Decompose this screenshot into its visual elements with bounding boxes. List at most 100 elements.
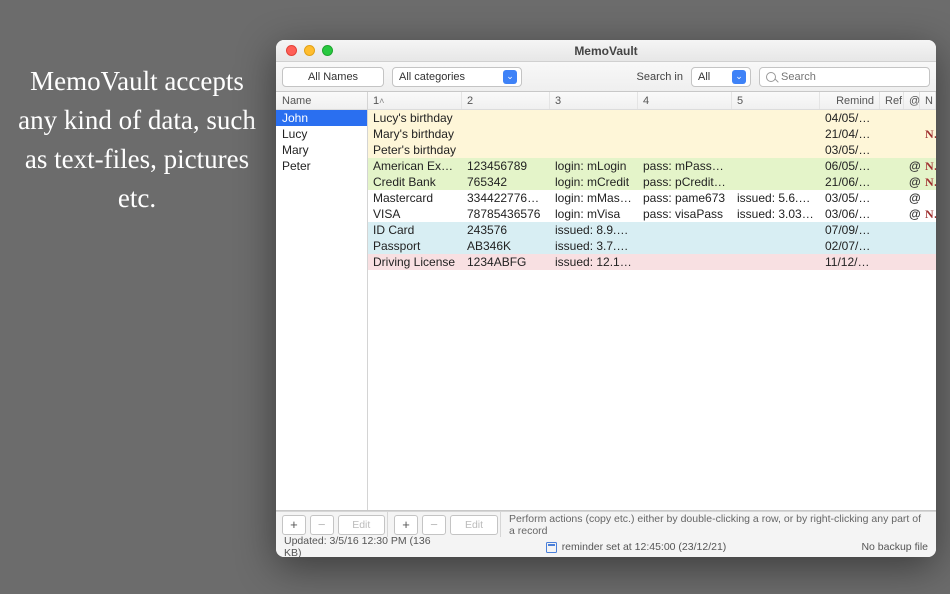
- promo-text: MemoVault accepts any kind of data, such…: [12, 62, 262, 219]
- sidebar-add-button[interactable]: +: [282, 515, 306, 535]
- cell-4: pass: pame673: [638, 191, 732, 205]
- cell-4: pass: mPassw...: [638, 159, 732, 173]
- table-row[interactable]: VISA78785436576login: mVisapass: visaPas…: [368, 206, 936, 222]
- cell-3: issued: 8.9.2010: [550, 223, 638, 237]
- col-remind-header[interactable]: Remind: [820, 92, 880, 109]
- status-updated: Updated: 3/5/16 12:30 PM: [284, 535, 407, 547]
- search-scope-value: All: [698, 71, 710, 83]
- col-at-header[interactable]: @: [904, 92, 920, 109]
- cell-1: Peter's birthday: [368, 143, 462, 157]
- window-title: MemoVault: [276, 44, 936, 58]
- dropdown-icon: ⌄: [503, 70, 517, 84]
- table-row[interactable]: Credit Bank765342login: mCreditpass: pCr…: [368, 174, 936, 190]
- sidebar-item-john[interactable]: John: [276, 110, 367, 126]
- search-in-label: Search in: [637, 71, 683, 83]
- cell-remind: 11/12/2016: [820, 255, 880, 269]
- toolbar: All Names All categories ⌄ Search in All…: [276, 62, 936, 92]
- cell-1: Lucy's birthday: [368, 111, 462, 125]
- search-scope-combo[interactable]: All ⌄: [691, 67, 751, 87]
- status-backup: No backup file: [828, 541, 928, 553]
- cell-remind: 04/05/1989: [820, 111, 880, 125]
- dropdown-icon: ⌄: [732, 70, 746, 84]
- cell-1: ID Card: [368, 223, 462, 237]
- status-reminder: reminder set at 12:45:00 (23/12/21): [562, 541, 727, 553]
- main-panel: 1 2 3 4 5 Remind Ref @ N Lucy's birthday…: [368, 92, 936, 510]
- main-add-button[interactable]: +: [394, 515, 418, 535]
- sidebar-item-peter[interactable]: Peter: [276, 158, 367, 174]
- col-2-header[interactable]: 2: [462, 92, 550, 109]
- table-row[interactable]: Mary's birthday 21/04/1991 N: [368, 126, 936, 142]
- col-5-header[interactable]: 5: [732, 92, 820, 109]
- cell-at: @: [904, 191, 920, 205]
- cell-remind: 21/04/1991: [820, 127, 880, 141]
- all-names-button[interactable]: All Names: [282, 67, 384, 87]
- bottombar: + − Edit + − Edit Perform actions (copy …: [276, 511, 936, 537]
- cell-5: issued: 3.03.14: [732, 207, 820, 221]
- cell-2: 78785436576: [462, 207, 550, 221]
- col-ref-header[interactable]: Ref: [880, 92, 904, 109]
- cell-2: 765342: [462, 175, 550, 189]
- search-input[interactable]: [781, 71, 923, 83]
- cell-1: Driving License: [368, 255, 462, 269]
- table-row[interactable]: American Expr...123456789login: mLoginpa…: [368, 158, 936, 174]
- cell-5: issued: 5.6.2012: [732, 191, 820, 205]
- cell-remind: 21/06/2017: [820, 175, 880, 189]
- app-window: MemoVault All Names All categories ⌄ Sea…: [276, 40, 936, 557]
- category-combo-value: All categories: [399, 71, 465, 83]
- calendar-icon: [546, 542, 557, 553]
- rows-container: Lucy's birthday04/05/1989Mary's birthday…: [368, 110, 936, 510]
- table-row[interactable]: Peter's birthday 03/05/1991: [368, 142, 936, 158]
- sidebar-item-mary[interactable]: Mary: [276, 142, 367, 158]
- search-icon: [766, 72, 776, 82]
- search-field[interactable]: [759, 67, 930, 87]
- cell-remind: 03/05/1991: [820, 143, 880, 157]
- cell-2: 123456789: [462, 159, 550, 173]
- statusbar: Updated: 3/5/16 12:30 PM (136 KB) remind…: [276, 537, 936, 557]
- cell-remind: 03/05/2016: [820, 191, 880, 205]
- cell-3: issued: 12.12....: [550, 255, 638, 269]
- sidebar-header[interactable]: Name: [276, 92, 367, 110]
- cell-2: 243576: [462, 223, 550, 237]
- table-row[interactable]: Mastercard33442277689...login: mMasterpa…: [368, 190, 936, 206]
- cell-remind: 03/06/2015: [820, 207, 880, 221]
- cell-n: N: [920, 207, 936, 222]
- table-row[interactable]: Lucy's birthday 04/05/1989: [368, 110, 936, 126]
- cell-2: 1234ABFG: [462, 255, 550, 269]
- cell-1: Credit Bank: [368, 175, 462, 189]
- sidebar-item-lucy[interactable]: Lucy: [276, 126, 367, 142]
- cell-1: Mary's birthday: [368, 127, 462, 141]
- main-remove-button[interactable]: −: [422, 515, 446, 535]
- cell-1: Passport: [368, 239, 462, 253]
- sidebar-edit-button[interactable]: Edit: [338, 515, 385, 535]
- col-n-header[interactable]: N: [920, 92, 936, 109]
- cell-3: login: mMaster: [550, 191, 638, 205]
- main-edit-button[interactable]: Edit: [450, 515, 498, 535]
- cell-3: login: mCredit: [550, 175, 638, 189]
- cell-1: American Expr...: [368, 159, 462, 173]
- cell-at: @: [904, 207, 920, 221]
- col-3-header[interactable]: 3: [550, 92, 638, 109]
- cell-4: pass: visaPass: [638, 207, 732, 221]
- sidebar-remove-button[interactable]: −: [310, 515, 334, 535]
- cell-n: N: [920, 127, 936, 142]
- table-row[interactable]: PassportAB346Kissued: 3.7.201302/07/2018: [368, 238, 936, 254]
- cell-remind: 06/05/2017: [820, 159, 880, 173]
- cell-2: 33442277689...: [462, 191, 550, 205]
- cell-2: AB346K: [462, 239, 550, 253]
- hint-text: Perform actions (copy etc.) either by do…: [501, 513, 936, 537]
- cell-3: login: mVisa: [550, 207, 638, 221]
- cell-1: VISA: [368, 207, 462, 221]
- cell-n: N: [920, 175, 936, 190]
- titlebar: MemoVault: [276, 40, 936, 62]
- table-row[interactable]: Driving License1234ABFGissued: 12.12....…: [368, 254, 936, 270]
- cell-remind: 07/09/2015: [820, 223, 880, 237]
- category-combo[interactable]: All categories ⌄: [392, 67, 522, 87]
- sidebar: Name JohnLucyMaryPeter: [276, 92, 368, 510]
- main-header: 1 2 3 4 5 Remind Ref @ N: [368, 92, 936, 110]
- col-4-header[interactable]: 4: [638, 92, 732, 109]
- cell-at: @: [904, 175, 920, 189]
- col-1-header[interactable]: 1: [368, 92, 462, 109]
- cell-at: @: [904, 159, 920, 173]
- cell-remind: 02/07/2018: [820, 239, 880, 253]
- table-row[interactable]: ID Card243576issued: 8.9.2010 07/09/2015: [368, 222, 936, 238]
